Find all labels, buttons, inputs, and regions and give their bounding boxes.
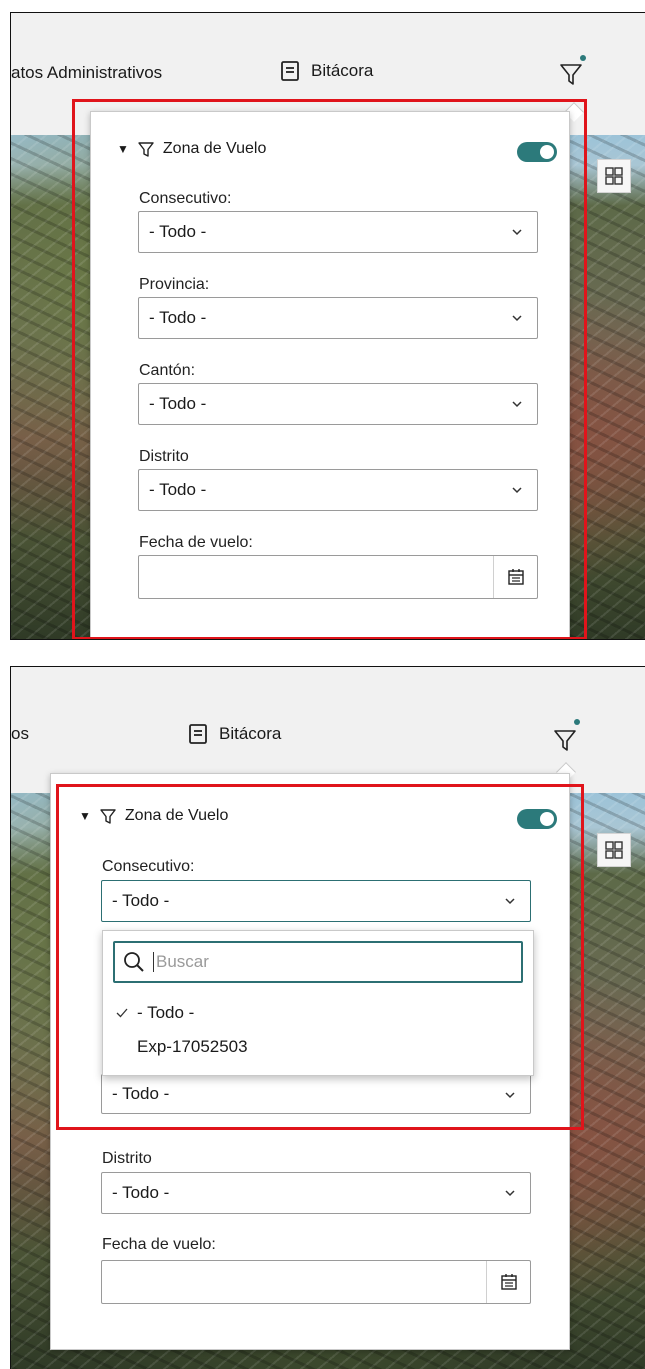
search-input[interactable]: Buscar xyxy=(113,941,523,983)
nav-item-bitacora[interactable]: Bitácora xyxy=(187,723,281,745)
section-toggle[interactable] xyxy=(517,142,557,162)
search-placeholder: Buscar xyxy=(153,952,209,972)
distrito-select[interactable]: - Todo - xyxy=(101,1172,531,1214)
chevron-down-icon xyxy=(505,1092,515,1099)
select-value: - Todo - xyxy=(149,308,207,327)
calendar-icon xyxy=(507,569,524,585)
chevron-down-icon xyxy=(512,401,522,408)
canton-label: Cantón: xyxy=(139,362,196,379)
distrito-label: Distrito xyxy=(102,1150,152,1167)
screenshot-before: atos Administrativos Bitácora ▼ Zona de … xyxy=(10,12,645,640)
check-icon xyxy=(116,1008,128,1018)
filter-panel: ▼ Zona de Vuelo Consecutivo: - Todo - - … xyxy=(50,773,570,1350)
select-value: - Todo - xyxy=(112,891,170,910)
collapse-triangle-icon[interactable]: ▼ xyxy=(117,142,129,156)
provincia-label: Provincia: xyxy=(139,276,210,293)
consecutivo-select[interactable]: - Todo - xyxy=(101,880,531,922)
calendar-icon xyxy=(500,1274,517,1290)
chevron-down-icon xyxy=(505,898,515,905)
select-value: - Todo - xyxy=(112,1084,170,1103)
document-icon xyxy=(189,724,207,744)
collapse-triangle-icon[interactable]: ▼ xyxy=(79,809,91,823)
option-label: - Todo - xyxy=(137,1003,195,1022)
filter-icon[interactable] xyxy=(557,59,585,87)
nav-item-datos-administrativos[interactable]: atos Administrativos xyxy=(11,63,162,83)
nav-item-bitacora[interactable]: Bitácora xyxy=(279,60,373,82)
search-icon xyxy=(124,952,144,972)
provincia-select[interactable]: - Todo - xyxy=(101,1074,531,1114)
chevron-down-icon xyxy=(505,1190,515,1197)
dropdown-option-todo[interactable]: - Todo - xyxy=(115,1003,194,1023)
chevron-down-icon xyxy=(512,487,522,494)
grid-icon xyxy=(605,841,623,859)
select-value: - Todo - xyxy=(149,222,207,241)
fecha-label: Fecha de vuelo: xyxy=(139,534,253,551)
consecutivo-select[interactable]: - Todo - xyxy=(138,211,538,253)
nav-item-label: Bitácora xyxy=(219,724,282,743)
fecha-date-input[interactable] xyxy=(101,1260,531,1304)
chevron-down-icon xyxy=(512,315,522,322)
distrito-select[interactable]: - Todo - xyxy=(138,469,538,511)
fecha-date-input[interactable] xyxy=(138,555,538,599)
distrito-label: Distrito xyxy=(139,448,189,465)
section-title: Zona de Vuelo xyxy=(124,807,229,824)
canton-select[interactable]: - Todo - xyxy=(138,383,538,425)
chevron-down-icon xyxy=(512,229,522,236)
consecutivo-dropdown-list: Buscar - Todo - Exp-17052503 xyxy=(102,930,534,1076)
filter-icon xyxy=(100,809,116,824)
app-header: os Bitácora xyxy=(11,667,645,789)
filter-icon[interactable] xyxy=(551,725,579,753)
calendar-button[interactable] xyxy=(493,556,537,598)
filter-icon xyxy=(138,142,154,157)
section-header[interactable]: ▼ Zona de Vuelo xyxy=(117,140,266,158)
map-grid-button[interactable] xyxy=(597,833,631,867)
notification-dot xyxy=(574,719,580,725)
filter-panel: ▼ Zona de Vuelo Consecutivo: - Todo - Pr… xyxy=(90,111,570,639)
map-grid-button[interactable] xyxy=(597,159,631,193)
section-header[interactable]: ▼ Zona de Vuelo xyxy=(79,807,228,825)
select-value: - Todo - xyxy=(112,1183,170,1202)
nav-item-datos-administrativos[interactable]: os xyxy=(11,724,29,744)
calendar-button[interactable] xyxy=(486,1261,530,1303)
nav-item-label: Bitácora xyxy=(311,61,374,80)
section-title: Zona de Vuelo xyxy=(162,140,267,157)
section-toggle[interactable] xyxy=(517,809,557,829)
notification-dot xyxy=(580,55,586,61)
grid-icon xyxy=(605,167,623,185)
dropdown-option-exp[interactable]: Exp-17052503 xyxy=(137,1037,248,1057)
select-value: - Todo - xyxy=(149,394,207,413)
screenshot-after: os Bitácora ▼ Zona de Vuelo Consecutivo:… xyxy=(10,666,645,1369)
select-value: - Todo - xyxy=(149,480,207,499)
fecha-label: Fecha de vuelo: xyxy=(102,1236,216,1253)
consecutivo-label: Consecutivo: xyxy=(102,858,195,875)
consecutivo-label: Consecutivo: xyxy=(139,190,232,207)
provincia-select[interactable]: - Todo - xyxy=(138,297,538,339)
option-label: Exp-17052503 xyxy=(137,1037,248,1056)
document-icon xyxy=(281,61,299,81)
